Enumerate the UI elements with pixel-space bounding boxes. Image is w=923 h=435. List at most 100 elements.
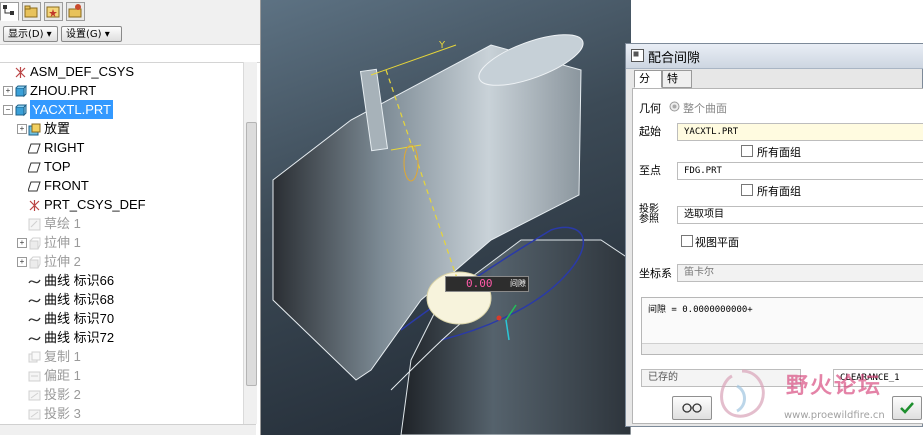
tree-item-label: ZHOU.PRT [30, 83, 97, 98]
tab-analysis[interactable]: 分析 [634, 70, 662, 101]
tree-button-row: 显示(D) ▾ 设置(G) ▾ [0, 24, 260, 44]
watermark-title: 野火论坛 [786, 374, 883, 399]
expand-icon[interactable]: + [17, 257, 27, 267]
start-field[interactable]: YACXTL.PRT [677, 123, 923, 141]
dialog-app-icon [631, 49, 644, 62]
tree-item-label: PRT_CSYS_DEF [44, 197, 146, 212]
tree-item-label: RIGHT [44, 140, 85, 155]
tree-item[interactable]: 偏距 1 [0, 366, 243, 385]
tree-item-label: 曲线 标识72 [44, 330, 115, 345]
measure-tag-label: 间隙 [510, 279, 526, 288]
tree-item-label: TOP [44, 159, 71, 174]
projection-label-line2: 参照 [639, 214, 659, 225]
tree-item[interactable]: 投影 2 [0, 385, 243, 404]
result-output: 间隙 = 0.0000000000+ [641, 297, 923, 355]
curve-icon [28, 274, 41, 287]
all-surfaces-checkbox-2[interactable] [741, 184, 753, 196]
dialog-title: 配合间隙 [648, 51, 701, 66]
all-surfaces-checkbox-1[interactable] [741, 145, 753, 157]
tree-item-label: 复制 1 [44, 349, 81, 364]
coord-system-select[interactable]: 笛卡尔 [677, 264, 923, 282]
model-render [272, 34, 631, 435]
tree-item-label: FRONT [44, 178, 89, 193]
tree-item-label: 曲线 标识68 [44, 292, 115, 307]
tree-item-label: 拉伸 2 [44, 254, 81, 269]
settings-dropdown[interactable]: 设置(G) ▾ [61, 26, 122, 42]
start-label: 起始 [639, 125, 661, 138]
tree-item[interactable]: 曲线 标识72 [0, 328, 243, 347]
result-hscrollbar[interactable] [642, 343, 923, 354]
projection-field[interactable]: 选取项目 [677, 206, 923, 224]
datum-plane-icon [27, 160, 41, 173]
watermark-url: www.proewildfire.cn [784, 410, 885, 421]
sketch-icon [28, 217, 41, 231]
tree-item-label: 放置 [44, 121, 71, 136]
expand-icon[interactable]: + [3, 86, 13, 96]
offset-icon [28, 369, 41, 382]
tree-item[interactable]: TOP [0, 157, 243, 176]
tree-item[interactable]: 投影 3 [0, 404, 243, 423]
model-tree-panel: 显示(D) ▾ 设置(G) ▾ ASM_DEF_CSYS + ZHOU.PRT − YA… [0, 0, 261, 435]
tree-item[interactable]: + 拉伸 2 [0, 252, 243, 271]
view-plane-label: 视图平面 [695, 236, 739, 249]
scrollbar-thumb[interactable] [246, 122, 257, 386]
tree-item-label: 草绘 1 [44, 216, 81, 231]
csys-icon [14, 65, 27, 78]
extrude-icon [28, 236, 41, 250]
result-text: 间隙 = 0.0000000000+ [648, 305, 753, 315]
curve-icon [28, 293, 41, 306]
graphics-viewport[interactable]: Y 0.00 间隙 [261, 0, 631, 435]
all-surfaces-label-2: 所有面组 [757, 185, 801, 198]
datum-plane-icon [27, 179, 41, 192]
tree-item-label: 投影 3 [44, 406, 81, 421]
curve-icon [28, 331, 41, 344]
tree-vertical-scrollbar[interactable] [243, 62, 257, 424]
model-tree: ASM_DEF_CSYS + ZHOU.PRT − YACXTL.PRT + 放置 RIGHT… [0, 62, 243, 422]
tree-item[interactable]: 草绘 1 [0, 214, 243, 233]
datum-plane-icon [27, 141, 41, 154]
tree-item[interactable]: PRT_CSYS_DEF [0, 195, 243, 214]
favorites-tab-icon[interactable] [44, 2, 63, 21]
tree-item[interactable]: ASM_DEF_CSYS [0, 62, 243, 81]
placement-icon [28, 122, 41, 136]
tab-feature[interactable]: 特征 [662, 70, 692, 101]
tree-item[interactable]: 曲线 标识68 [0, 290, 243, 309]
coord-system-label: 坐标系 [639, 267, 672, 280]
expand-icon[interactable]: + [17, 238, 27, 248]
tree-item[interactable]: RIGHT [0, 138, 243, 157]
expand-icon[interactable]: + [17, 124, 27, 134]
tree-item[interactable]: − YACXTL.PRT [0, 100, 243, 119]
csys-icon [28, 198, 41, 211]
geometry-option: 整个曲面 [683, 102, 727, 115]
preview-button[interactable] [672, 396, 712, 420]
collapse-icon[interactable]: − [3, 105, 13, 115]
tree-item-label: YACXTL.PRT [30, 100, 113, 119]
tree-item[interactable]: + 放置 [0, 119, 243, 138]
view-plane-checkbox[interactable] [681, 235, 693, 247]
dialog-titlebar: 配合间隙 [626, 44, 923, 69]
to-label: 至点 [639, 164, 661, 177]
tree-item-label: 曲线 标识70 [44, 311, 115, 326]
clearance-measure-tag: 0.00 间隙 [445, 276, 529, 292]
model-tree-tab-icon[interactable] [0, 2, 19, 21]
watermark: 野火论坛 www.proewildfire.cn [712, 362, 923, 435]
tree-item[interactable]: + ZHOU.PRT [0, 81, 243, 100]
tree-item[interactable]: 曲线 标识70 [0, 309, 243, 328]
copy-icon [28, 350, 41, 363]
connections-tab-icon[interactable] [66, 2, 85, 21]
tree-item-label: 投影 2 [44, 387, 81, 402]
tree-item-label: ASM_DEF_CSYS [30, 64, 135, 79]
show-dropdown[interactable]: 显示(D) ▾ [3, 26, 58, 42]
tree-item[interactable]: 曲线 标识66 [0, 271, 243, 290]
tree-item[interactable]: + 拉伸 1 [0, 233, 243, 252]
to-field[interactable]: FDG.PRT [677, 162, 923, 180]
geometry-radio-icon[interactable] [669, 101, 680, 112]
tree-horizontal-scrollbar[interactable] [0, 424, 256, 435]
tree-item-label: 偏距 1 [44, 368, 81, 383]
tree-item[interactable]: FRONT [0, 176, 243, 195]
folder-browser-tab-icon[interactable] [22, 2, 41, 21]
projection-label: 投影 参照 [639, 205, 659, 225]
glasses-icon [682, 403, 702, 413]
tree-item[interactable]: 复制 1 [0, 347, 243, 366]
all-surfaces-label-1: 所有面组 [757, 146, 801, 159]
